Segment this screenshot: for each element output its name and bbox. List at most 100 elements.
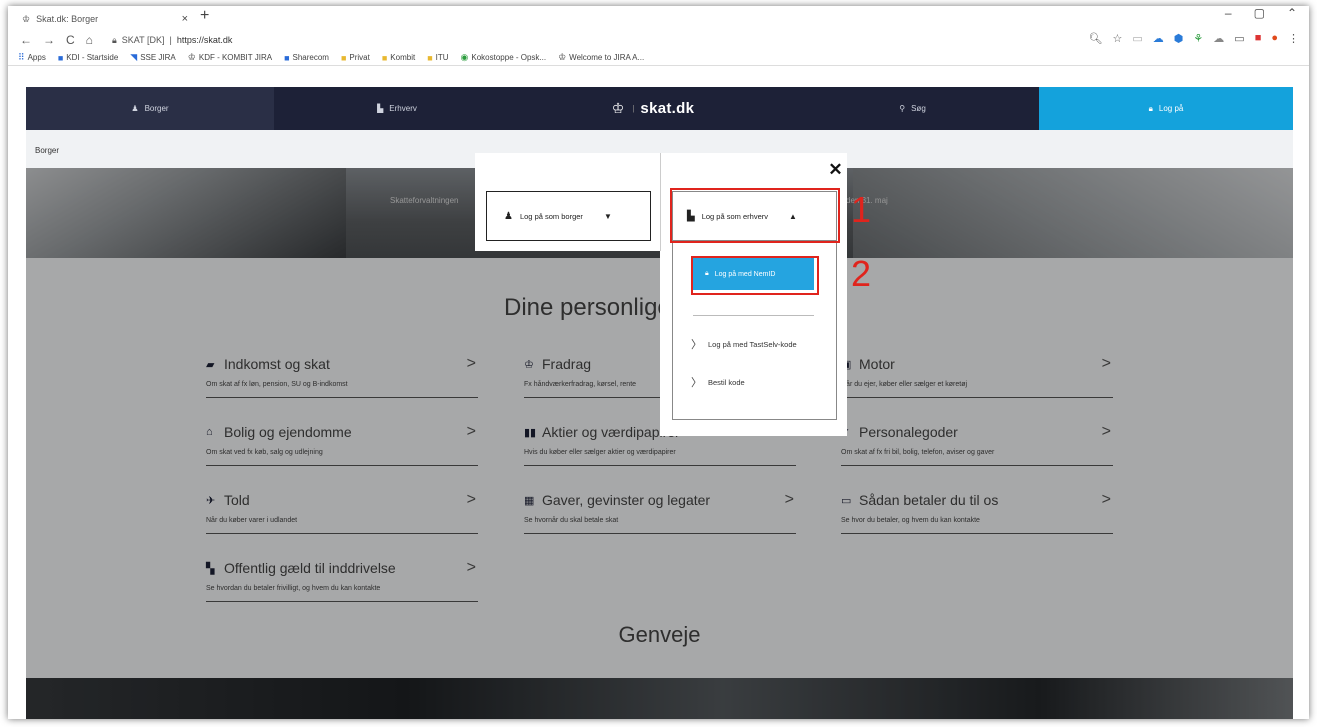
- bookmark-kokostoppe[interactable]: ◉ Kokostoppe - Opsk...: [461, 52, 547, 63]
- nav-search-label: Søg: [911, 104, 926, 113]
- bookmark-label: KDF - KOMBIT JIRA: [198, 53, 273, 62]
- reader-icon[interactable]: ▭: [1132, 32, 1142, 45]
- bookmark-label: Sharecom: [292, 53, 329, 62]
- kombit-icon: ♔: [558, 52, 567, 62]
- bookmark-sse-jira[interactable]: ◥ SSE JIRA: [130, 52, 176, 63]
- tab-title: Skat.dk: Borger: [36, 14, 99, 24]
- browser-window: ♔ Skat.dk: Borger × + – ▢ ⌃ ← → C ⌂ 🔒︎ S…: [8, 6, 1309, 719]
- bookmark-label: ITU: [435, 53, 449, 62]
- factory-icon: ▙: [377, 104, 384, 113]
- close-window-button[interactable]: ⌃: [1287, 6, 1297, 20]
- chevron-right-icon: 〉: [691, 377, 702, 389]
- bookmark-label: Kombit: [390, 53, 416, 62]
- tab-close-icon[interactable]: ×: [182, 13, 188, 25]
- lock-icon: 🔒︎: [112, 34, 117, 45]
- window-controls: – ▢ ⌃: [1225, 6, 1297, 20]
- kdi-icon: ■: [57, 52, 64, 63]
- bookmarks-bar: ⠿ Apps ■ KDI - Startside ◥ SSE JIRA ♔ KDF - …: [8, 50, 1309, 66]
- bookmark-kdf-jira[interactable]: ♔ KDF - KOMBIT JIRA: [188, 52, 272, 63]
- login-borger-dropdown[interactable]: ♟ Log på som borger ▼: [486, 191, 651, 241]
- nav-search[interactable]: ⚲ Søg: [786, 87, 1039, 130]
- login-borger-label: Log på som borger: [519, 211, 583, 221]
- screen-icon[interactable]: ▭: [1234, 32, 1244, 45]
- skat-favicon-icon: ♔: [22, 13, 31, 24]
- highlight-box-step-2: [691, 256, 819, 295]
- menu-icon[interactable]: ⋮: [1288, 32, 1299, 45]
- cloud-icon[interactable]: ☁: [1153, 32, 1164, 45]
- url-divider: |: [169, 35, 172, 45]
- url-text: https://skat.dk: [176, 35, 233, 45]
- step-number-1: 1: [851, 189, 872, 230]
- forward-button[interactable]: →: [43, 33, 55, 47]
- bookmark-apps[interactable]: ⠿ Apps: [18, 52, 46, 63]
- padlock-icon: 🔒︎: [1148, 103, 1153, 113]
- bestil-kode-link[interactable]: 〉 Bestil kode: [691, 374, 745, 390]
- folder-icon: ■: [340, 52, 347, 63]
- maximize-button[interactable]: ▢: [1254, 6, 1265, 20]
- bookmark-label: Kokostoppe - Opsk...: [471, 53, 547, 62]
- profile-icon[interactable]: ●: [1271, 32, 1278, 45]
- bookmark-itu[interactable]: ■ ITU: [427, 53, 448, 63]
- sharecom-icon: ■: [284, 52, 290, 63]
- person-icon: ♟: [504, 210, 513, 222]
- nav-borger[interactable]: ♟ Borger: [26, 87, 274, 136]
- bookmark-label: Welcome to JIRA A...: [569, 53, 645, 62]
- logo-text: skat.dk: [640, 100, 695, 117]
- nav-borger-label: Borger: [144, 104, 169, 113]
- close-icon[interactable]: ✕: [825, 159, 846, 180]
- bookmark-kdi[interactable]: ■ KDI - Startside: [58, 53, 118, 63]
- modal-divider: [660, 153, 661, 251]
- zoom-icon[interactable]: 🔍︎: [1089, 32, 1103, 45]
- home-button[interactable]: ⌂: [86, 33, 93, 47]
- crown-icon: ♔: [611, 100, 625, 116]
- puzzle-icon[interactable]: ⚘: [1193, 32, 1203, 45]
- address-bar-row: ← → C ⌂ 🔒︎ SKAT [DK] | https://skat.dk 🔍…: [8, 30, 1309, 50]
- nav-buttons: ← → C ⌂: [20, 33, 93, 47]
- cloud-outline-icon[interactable]: ☁: [1213, 32, 1224, 45]
- site-top-nav: ♟ Borger ▙ Erhverv ♔ | skat.dk ⚲ Søg 🔒︎ Log på: [26, 87, 1293, 136]
- bookmark-sharecom[interactable]: ■ Sharecom: [284, 53, 329, 63]
- logo-divider: |: [632, 104, 635, 113]
- omnibox[interactable]: 🔒︎ SKAT [DK] | https://skat.dk: [112, 32, 1059, 48]
- folder-icon: ■: [381, 52, 388, 63]
- skat-page: ♟ Borger ▙ Erhverv ♔ | skat.dk ⚲ Søg 🔒︎ Log på…: [8, 67, 1309, 719]
- bookmark-label: Privat: [349, 53, 370, 62]
- bookmark-label: KDI - Startside: [66, 53, 119, 62]
- nav-login[interactable]: 🔒︎ Log på: [1039, 87, 1293, 130]
- reload-button[interactable]: C: [66, 33, 75, 47]
- eye-icon: ◉: [460, 52, 469, 62]
- bookmark-label: SSE JIRA: [140, 53, 176, 62]
- shield-icon[interactable]: ⬢: [1174, 32, 1184, 45]
- folder-icon: ■: [427, 52, 433, 63]
- minimize-button[interactable]: –: [1225, 6, 1232, 20]
- tastselv-link[interactable]: 〉 Log på med TastSelv-kode: [691, 336, 797, 352]
- site-logo[interactable]: ♔ | skat.dk: [520, 87, 786, 130]
- apps-grid-icon: ⠿: [18, 52, 25, 62]
- bookmark-privat[interactable]: ■ Privat: [341, 53, 370, 63]
- apps-icon[interactable]: ■: [1255, 32, 1262, 45]
- options-divider: [693, 315, 814, 316]
- extension-icons: 🔍︎ ☆ ▭ ☁ ⬢ ⚘ ☁ ▭ ■ ● ⋮: [1089, 32, 1299, 45]
- highlight-box-step-1: [670, 188, 840, 243]
- new-tab-button[interactable]: +: [200, 7, 209, 25]
- bookmark-kombit[interactable]: ■ Kombit: [382, 53, 415, 63]
- search-icon: ⚲: [899, 104, 906, 113]
- person-icon: ♟: [131, 104, 139, 113]
- caret-down-icon: ▼: [603, 211, 612, 221]
- bestil-kode-label: Bestil kode: [708, 377, 745, 387]
- chevron-right-icon: 〉: [691, 339, 702, 351]
- browser-tab[interactable]: ♔ Skat.dk: Borger ×: [16, 8, 194, 30]
- back-button[interactable]: ←: [20, 33, 32, 47]
- tastselv-label: Log på med TastSelv-kode: [708, 339, 797, 349]
- nav-login-label: Log på: [1158, 104, 1184, 113]
- secure-label: SKAT [DK]: [121, 35, 165, 45]
- star-icon[interactable]: ☆: [1113, 32, 1123, 45]
- bookmark-label: Apps: [27, 53, 46, 62]
- nav-erhverv[interactable]: ▙ Erhverv: [274, 87, 520, 130]
- jira-icon: ◥: [130, 52, 138, 62]
- step-number-2: 2: [851, 253, 872, 294]
- kombit-icon: ♔: [187, 52, 196, 62]
- tab-strip: ♔ Skat.dk: Borger × + – ▢ ⌃: [8, 6, 1309, 30]
- nav-erhverv-label: Erhverv: [389, 104, 417, 113]
- bookmark-welcome-jira[interactable]: ♔ Welcome to JIRA A...: [558, 52, 644, 63]
